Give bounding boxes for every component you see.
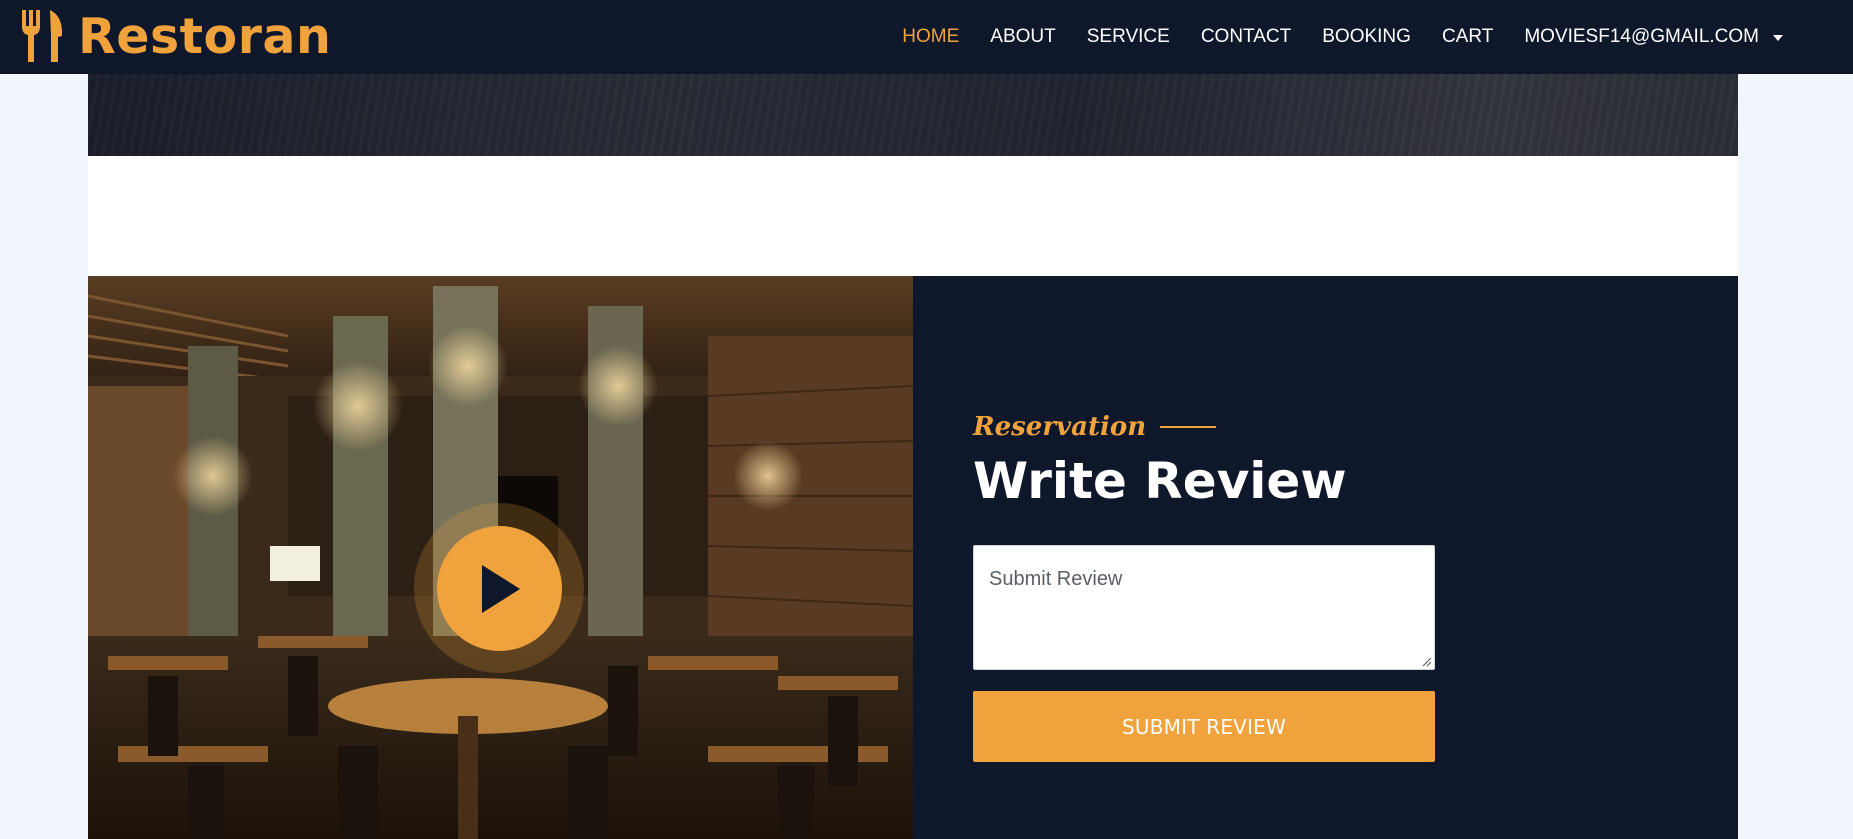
nav-cart[interactable]: CART (1442, 26, 1493, 48)
subtitle-line (1160, 426, 1217, 428)
nav-service[interactable]: SERVICE (1087, 26, 1170, 48)
brand-name: Restoran (78, 7, 332, 65)
nav-about[interactable]: ABOUT (990, 26, 1055, 48)
section-subtitle: Reservation (973, 412, 1217, 442)
hero-background (88, 74, 1738, 156)
review-form-panel: Reservation Write Review SUBMIT REVIEW (913, 276, 1738, 839)
utensils-icon (22, 10, 63, 62)
play-video-button[interactable] (437, 526, 562, 651)
nav-contact[interactable]: CONTACT (1201, 26, 1291, 48)
play-icon (481, 564, 520, 613)
account-email: MOVIESF14@GMAIL.COM (1524, 26, 1759, 47)
submit-review-button[interactable]: SUBMIT REVIEW (973, 691, 1435, 762)
account-dropdown[interactable]: MOVIESF14@GMAIL.COM (1524, 26, 1783, 48)
review-input[interactable] (973, 545, 1435, 670)
nav-menu: HOME ABOUT SERVICE CONTACT BOOKING CART … (902, 0, 1783, 74)
caret-down-icon (1773, 35, 1783, 41)
subtitle-text: Reservation (973, 412, 1147, 442)
page-title: Write Review (973, 452, 1347, 510)
navbar: Restoran HOME ABOUT SERVICE CONTACT BOOK… (0, 0, 1853, 74)
brand-logo[interactable]: Restoran (20, 6, 331, 66)
resize-grip-icon[interactable] (1422, 657, 1432, 667)
nav-home[interactable]: HOME (902, 26, 959, 48)
section-spacer (88, 156, 1738, 276)
nav-booking[interactable]: BOOKING (1322, 26, 1411, 48)
